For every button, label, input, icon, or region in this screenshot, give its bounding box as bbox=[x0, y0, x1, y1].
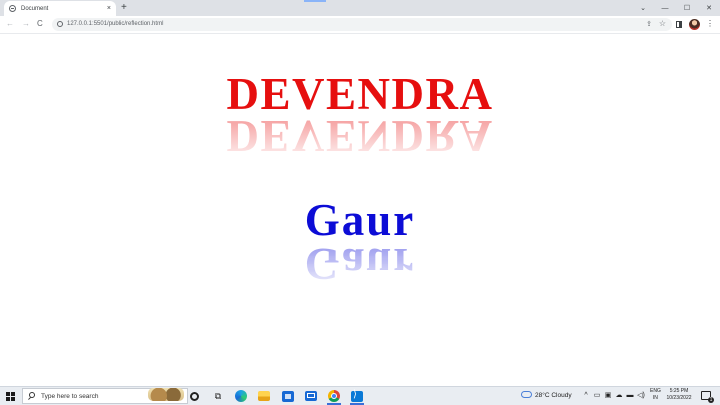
language-indicator[interactable]: ENG IN bbox=[650, 388, 661, 402]
first-name-heading: DEVENDRA bbox=[226, 69, 494, 119]
share-icon[interactable]: ⇪ bbox=[646, 20, 652, 28]
windows-taskbar: Type here to search ⧉ 28°C Cloudy ^ ▭ ▣ … bbox=[0, 386, 720, 405]
profile-avatar[interactable] bbox=[689, 19, 700, 30]
reload-button[interactable]: C bbox=[37, 19, 43, 29]
browser-tab-strip: Document × + ⌄ — ☐ ✕ bbox=[0, 0, 720, 16]
first-name-reflection: DEVENDRA bbox=[226, 111, 494, 161]
volume-icon[interactable]: ◁) bbox=[637, 391, 645, 400]
tray-app-icon[interactable]: ▭ bbox=[593, 391, 601, 400]
tab-title: Document bbox=[21, 5, 49, 12]
minimize-button[interactable]: — bbox=[654, 5, 676, 12]
tray-display-icon[interactable]: ▣ bbox=[604, 391, 612, 400]
browser-toolbar: ← → C 127.0.0.1:5501/public/reflection.h… bbox=[0, 16, 720, 34]
weather-text[interactable]: 28°C Cloudy bbox=[535, 391, 572, 400]
url-text[interactable]: 127.0.0.1:5501/public/reflection.html bbox=[67, 20, 163, 29]
new-tab-button[interactable]: + bbox=[121, 2, 127, 14]
tab-search-button[interactable]: ⌄ bbox=[632, 4, 654, 12]
tab-strip-accent bbox=[304, 0, 326, 2]
file-explorer-icon[interactable] bbox=[258, 391, 270, 401]
menu-icon[interactable]: ⋮ bbox=[706, 19, 714, 29]
maximize-button[interactable]: ☐ bbox=[676, 4, 698, 12]
cortana-icon[interactable] bbox=[190, 392, 199, 401]
window-controls: ⌄ — ☐ ✕ bbox=[632, 0, 720, 16]
desktop-screen: Document × + ⌄ — ☐ ✕ ← → C 127.0.0.1:550… bbox=[0, 0, 720, 405]
store-icon[interactable] bbox=[282, 391, 294, 402]
task-view-icon[interactable]: ⧉ bbox=[212, 390, 224, 402]
back-button[interactable]: ← bbox=[6, 19, 14, 29]
tray-overflow-icon[interactable]: ^ bbox=[582, 391, 590, 400]
cloud-icon[interactable] bbox=[521, 391, 532, 398]
edge-icon[interactable] bbox=[235, 390, 247, 402]
star-icon[interactable]: ☆ bbox=[659, 19, 666, 28]
tray-onedrive-icon[interactable]: ☁ bbox=[615, 391, 623, 400]
chrome-icon[interactable] bbox=[328, 390, 340, 402]
globe-icon bbox=[9, 5, 16, 12]
mail-icon[interactable] bbox=[305, 391, 317, 401]
search-icon bbox=[29, 392, 35, 398]
notification-icon[interactable] bbox=[701, 391, 714, 403]
clock-date: 10/23/2022 bbox=[666, 395, 692, 401]
clock-time: 5:25 PM bbox=[669, 388, 689, 394]
language-region: IN bbox=[652, 395, 658, 401]
last-name-heading: Gaur bbox=[304, 195, 416, 245]
tab-close-icon[interactable]: × bbox=[107, 5, 111, 12]
close-window-button[interactable]: ✕ bbox=[698, 4, 720, 12]
tab-document[interactable]: Document × bbox=[4, 1, 116, 16]
side-panel-icon[interactable] bbox=[676, 21, 682, 28]
page-content: DEVENDRA DEVENDRA Gaur Gaur bbox=[0, 34, 720, 386]
search-placeholder: Type here to search bbox=[41, 393, 99, 400]
forward-button[interactable]: → bbox=[22, 19, 30, 29]
battery-icon[interactable]: ▬ bbox=[626, 391, 634, 400]
vscode-icon[interactable] bbox=[351, 389, 363, 402]
site-info-icon[interactable] bbox=[57, 21, 63, 27]
address-bar[interactable]: 127.0.0.1:5501/public/reflection.html ⇪ … bbox=[52, 18, 672, 31]
search-highlight-illustration[interactable] bbox=[148, 388, 184, 401]
last-name-reflection: Gaur bbox=[304, 239, 416, 289]
language-code: ENG bbox=[650, 388, 661, 394]
windows-start-icon[interactable] bbox=[6, 392, 15, 401]
system-tray: ^ ▭ ▣ ☁ ▬ ◁) bbox=[582, 391, 645, 400]
taskbar-clock[interactable]: 5:25 PM 10/23/2022 bbox=[664, 388, 694, 402]
